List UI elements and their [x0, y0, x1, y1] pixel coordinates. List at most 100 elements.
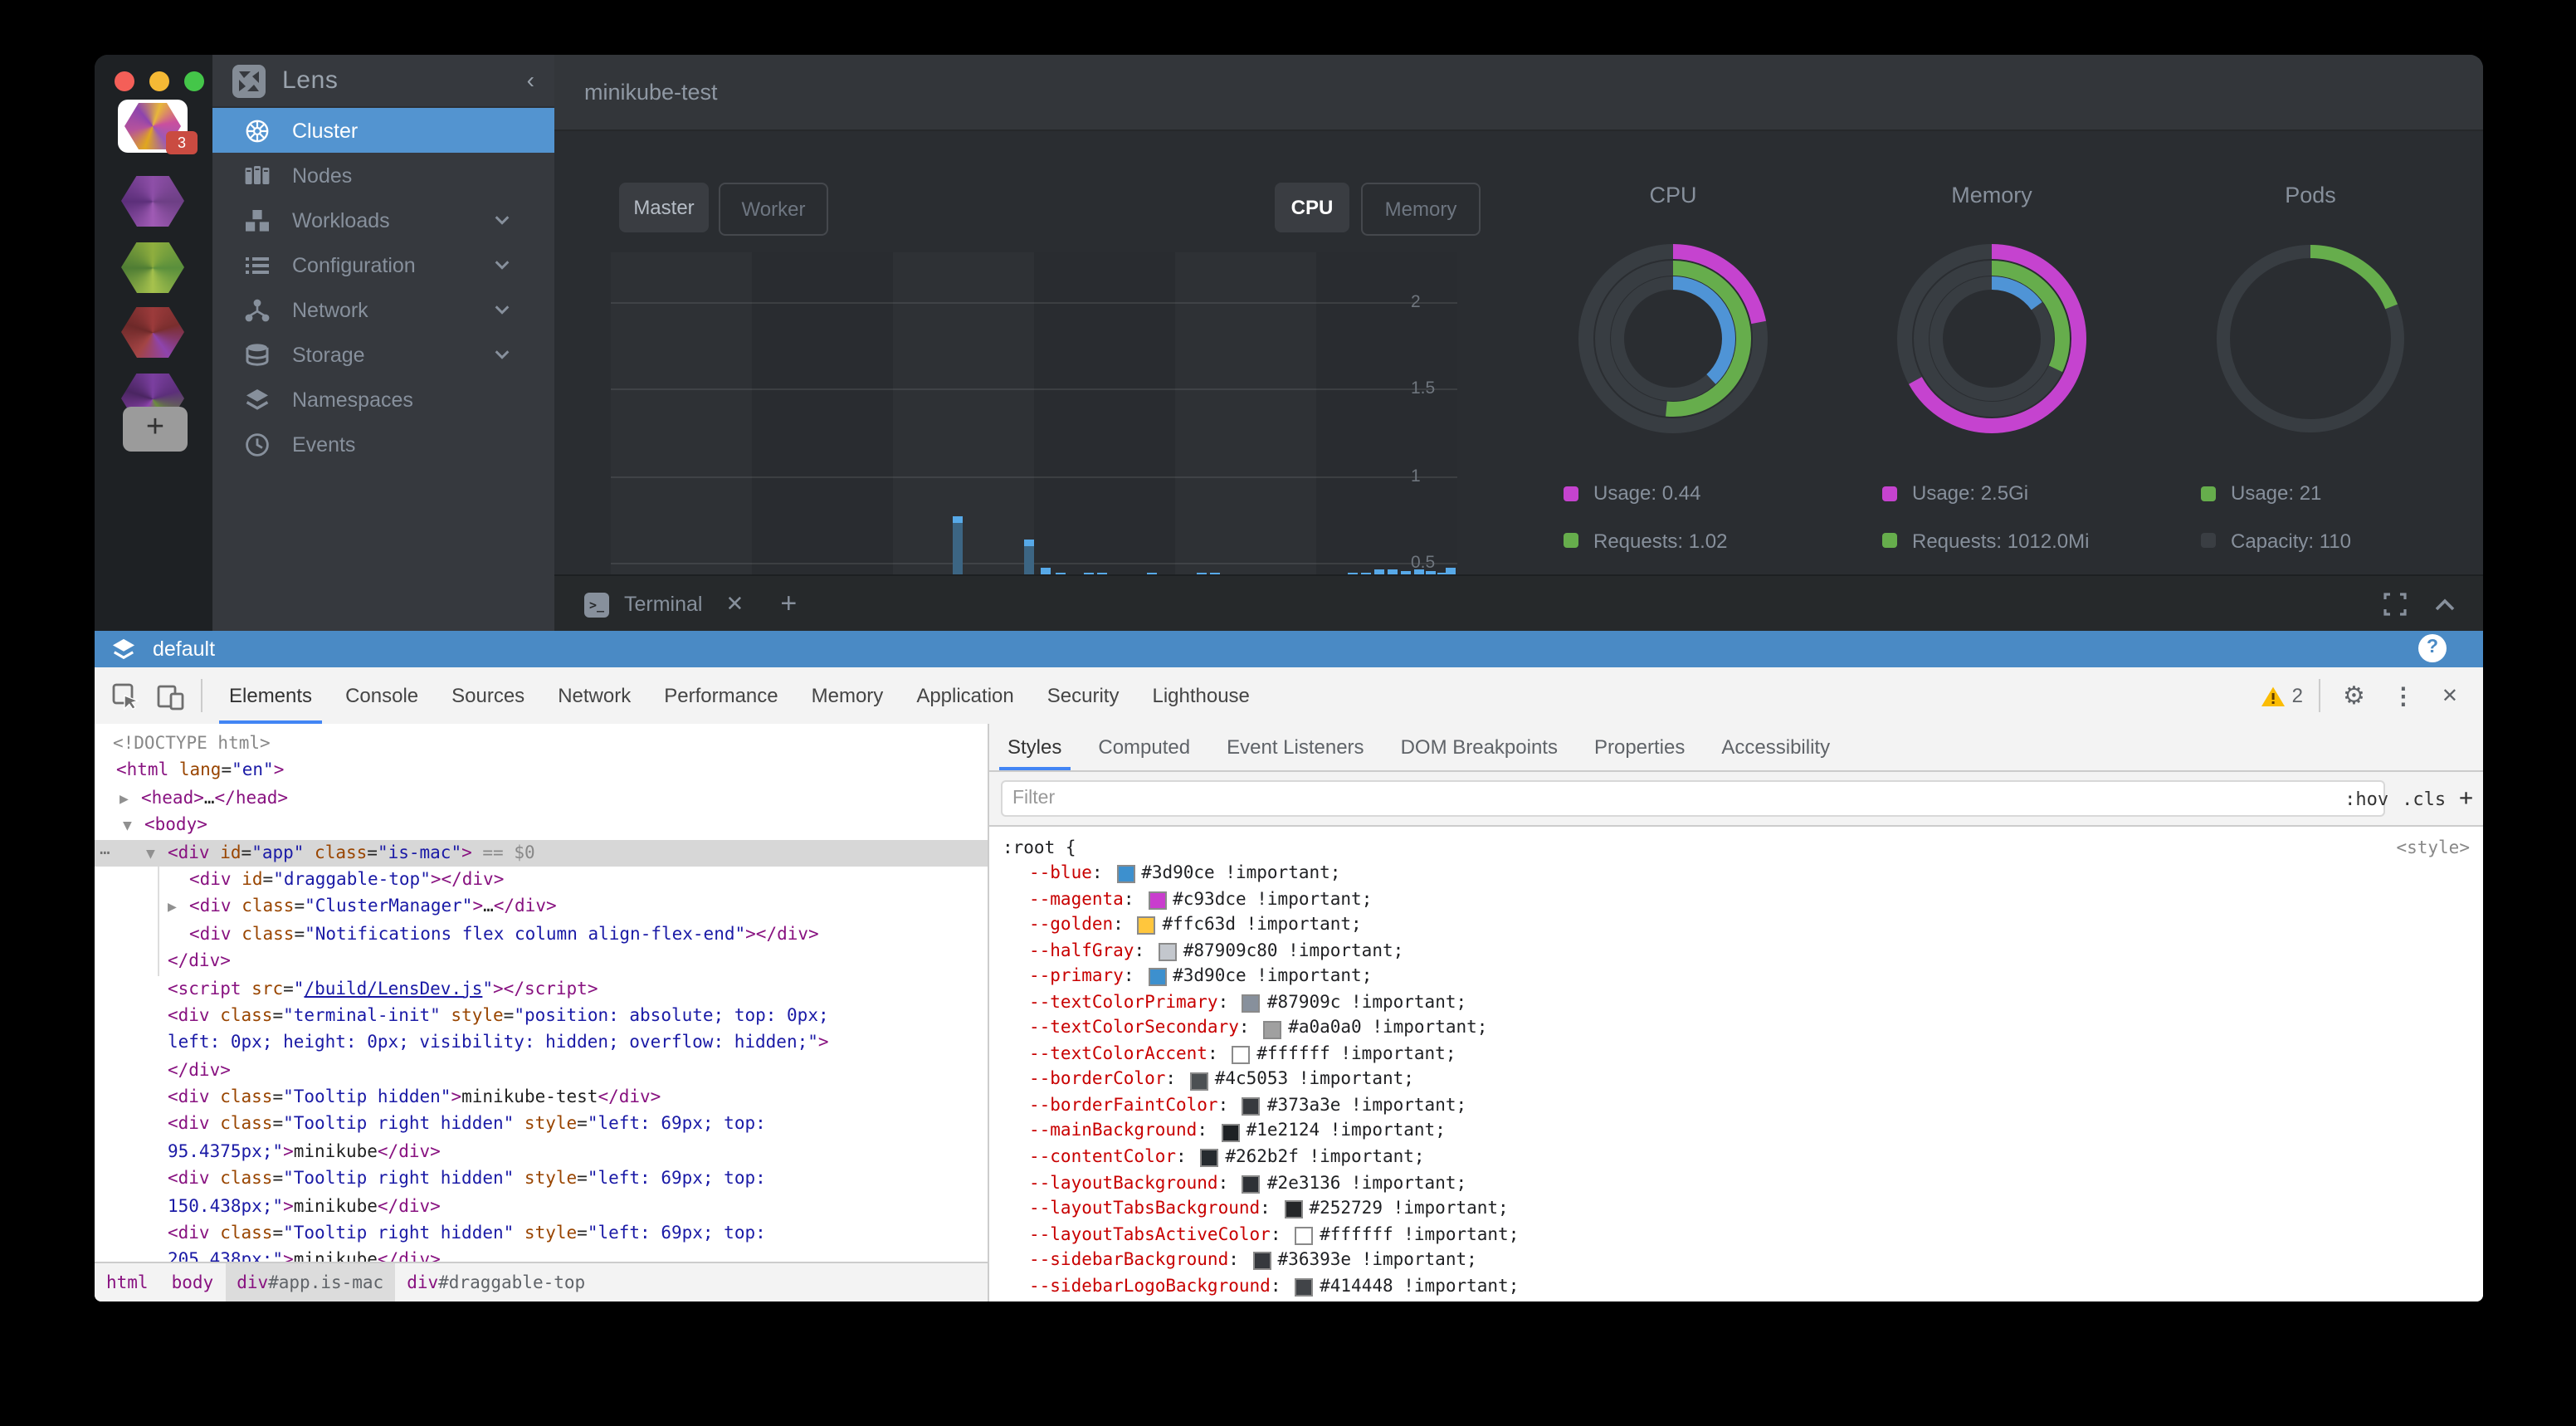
device-toolbar-icon[interactable] [156, 681, 184, 710]
css-variable[interactable]: --sidebarLogoBackground: #414448 !import… [989, 1275, 2483, 1301]
css-variable[interactable]: --mainBackground: #1e2124 !important; [989, 1120, 2483, 1145]
dom-node[interactable]: ▼<body> [95, 812, 988, 839]
chevron-down-icon[interactable] [493, 345, 511, 364]
chevron-down-icon[interactable] [493, 256, 511, 274]
sidebar-item-storage[interactable]: Storage [212, 332, 554, 377]
css-variable[interactable]: --blue: #3d90ce !important; [989, 862, 2483, 887]
devtools-close-icon[interactable]: ✕ [2442, 684, 2458, 707]
dom-node[interactable]: ▶<div class="ClusterManager">…</div> [95, 894, 988, 921]
dom-node[interactable]: 95.4375px;">minikube</div> [95, 1139, 988, 1166]
css-variable[interactable]: --textColorSecondary: #a0a0a0 !important… [989, 1017, 2483, 1043]
dom-node[interactable]: ▶<head>…</head> [95, 785, 988, 813]
color-swatch[interactable] [1137, 917, 1155, 935]
css-variable[interactable]: --magenta: #c93dce !important; [989, 887, 2483, 913]
dom-node[interactable]: </div> [95, 948, 988, 975]
css-selector[interactable]: :root { [1003, 838, 1076, 858]
color-swatch[interactable] [1242, 994, 1261, 1013]
sidebar-collapse-icon[interactable]: ‹ [527, 66, 534, 93]
dom-node[interactable]: left: 0px; height: 0px; visibility: hidd… [95, 1030, 988, 1057]
css-variable[interactable]: --contentColor: #262b2f !important; [989, 1145, 2483, 1171]
styles-tab-accessibility[interactable]: Accessibility [1703, 724, 1848, 770]
dom-node[interactable]: <div class="Tooltip right hidden" style=… [95, 1166, 988, 1194]
color-swatch[interactable] [1200, 1150, 1218, 1168]
tab-lighthouse[interactable]: Lighthouse [1135, 667, 1266, 724]
styles-filter-input[interactable] [1001, 780, 2385, 817]
traffic-minimize-button[interactable] [149, 71, 169, 91]
chevron-down-icon[interactable] [493, 211, 511, 229]
css-variable[interactable]: --sidebarBackground: #36393e !important; [989, 1248, 2483, 1274]
color-swatch[interactable] [1284, 1201, 1302, 1219]
devtools-menu-icon[interactable]: ⋮ [2392, 681, 2415, 710]
css-variable[interactable]: --golden: #ffc63d !important; [989, 913, 2483, 939]
styles-tab-properties[interactable]: Properties [1576, 724, 1703, 770]
sidebar-item-network[interactable]: Network [212, 287, 554, 332]
dom-node[interactable]: <div class="Tooltip right hidden" style=… [95, 1111, 988, 1139]
dom-node[interactable]: <div id="draggable-top"></div> [95, 867, 988, 894]
dom-node[interactable]: <div class="Notifications flex column al… [95, 921, 988, 948]
devtools-settings-icon[interactable]: ⚙ [2343, 681, 2365, 711]
breadcrumb-item[interactable]: div#app.is-mac [225, 1263, 395, 1301]
css-variable[interactable]: --textColorPrimary: #87909c !important; [989, 990, 2483, 1016]
terminal-fullscreen-icon[interactable] [2383, 593, 2407, 616]
node-tab-master[interactable]: Master [619, 183, 709, 232]
color-swatch[interactable] [1242, 1097, 1261, 1116]
terminal-close-icon[interactable]: ✕ [726, 591, 744, 618]
sidebar-item-cluster[interactable]: Cluster [212, 108, 554, 153]
css-variable[interactable]: --primary: #3d90ce !important; [989, 965, 2483, 990]
terminal-collapse-icon[interactable] [2433, 596, 2456, 613]
sidebar-item-configuration[interactable]: Configuration [212, 242, 554, 287]
dom-node[interactable]: <!DOCTYPE html> [95, 730, 988, 758]
breadcrumb-item[interactable]: html [95, 1263, 160, 1301]
color-swatch[interactable] [1263, 1020, 1281, 1038]
css-variable[interactable]: --borderFaintColor: #373a3e !important; [989, 1094, 2483, 1120]
color-swatch[interactable] [1253, 1253, 1271, 1271]
color-swatch[interactable] [1190, 1072, 1208, 1090]
dom-node[interactable]: <div class="terminal-init" style="positi… [95, 1003, 988, 1030]
new-style-rule-button[interactable]: + [2459, 785, 2473, 812]
help-button[interactable]: ? [2418, 634, 2447, 662]
color-swatch[interactable] [1116, 866, 1134, 884]
tab-sources[interactable]: Sources [435, 667, 541, 724]
chevron-down-icon[interactable] [493, 300, 511, 319]
css-variable[interactable]: --layoutBackground: #2e3136 !important; [989, 1171, 2483, 1197]
color-swatch[interactable] [1148, 891, 1166, 910]
dom-node[interactable]: <html lang="en"> [95, 758, 988, 785]
cluster-4-icon[interactable] [118, 305, 188, 359]
metric-tab-cpu[interactable]: CPU [1275, 183, 1349, 232]
css-variable[interactable]: --textColorAccent: #ffffff !important; [989, 1043, 2483, 1068]
tab-application[interactable]: Application [900, 667, 1030, 724]
sidebar-item-namespaces[interactable]: Namespaces [212, 377, 554, 422]
sidebar-item-nodes[interactable]: Nodes [212, 153, 554, 198]
tab-security[interactable]: Security [1031, 667, 1136, 724]
terminal-add-icon[interactable]: + [780, 588, 797, 621]
tab-network[interactable]: Network [541, 667, 647, 724]
tab-elements[interactable]: Elements [212, 667, 329, 724]
metric-tab-memory[interactable]: Memory [1361, 183, 1481, 236]
sidebar-item-workloads[interactable]: Workloads [212, 198, 554, 242]
dom-node[interactable]: 205.438px;">minikube</div> [95, 1248, 988, 1262]
breadcrumb-item[interactable]: div#draggable-top [395, 1263, 597, 1301]
sidebar-item-events[interactable]: Events [212, 422, 554, 466]
css-rule-origin[interactable]: <style> [2396, 838, 2470, 858]
styles-tab-computed[interactable]: Computed [1080, 724, 1208, 770]
tab-console[interactable]: Console [329, 667, 435, 724]
resource-link[interactable]: /build/LensDev.js [304, 979, 482, 999]
color-swatch[interactable] [1295, 1227, 1313, 1245]
dom-node-selected[interactable]: ⋯▼<div id="app" class="is-mac"> == $0 [95, 839, 988, 867]
class-toggle[interactable]: .cls [2402, 788, 2446, 809]
inspect-element-icon[interactable] [111, 681, 139, 710]
traffic-zoom-button[interactable] [184, 71, 204, 91]
css-variable[interactable]: --borderColor: #4c5053 !important; [989, 1068, 2483, 1094]
dom-node[interactable]: 150.438px;">minikube</div> [95, 1193, 988, 1220]
dom-node[interactable]: <script src="/build/LensDev.js"></script… [95, 975, 988, 1003]
cluster-2-icon[interactable] [118, 174, 188, 227]
color-swatch[interactable] [1222, 1123, 1240, 1141]
tab-memory[interactable]: Memory [795, 667, 900, 724]
traffic-close-button[interactable] [115, 71, 134, 91]
color-swatch[interactable] [1148, 969, 1166, 987]
color-swatch[interactable] [1295, 1278, 1313, 1297]
node-options-icon[interactable]: ⋯ [100, 839, 110, 867]
dom-node[interactable]: </div> [95, 1057, 988, 1084]
breadcrumb-item[interactable]: body [160, 1263, 226, 1301]
styles-tab-styles[interactable]: Styles [989, 724, 1080, 770]
